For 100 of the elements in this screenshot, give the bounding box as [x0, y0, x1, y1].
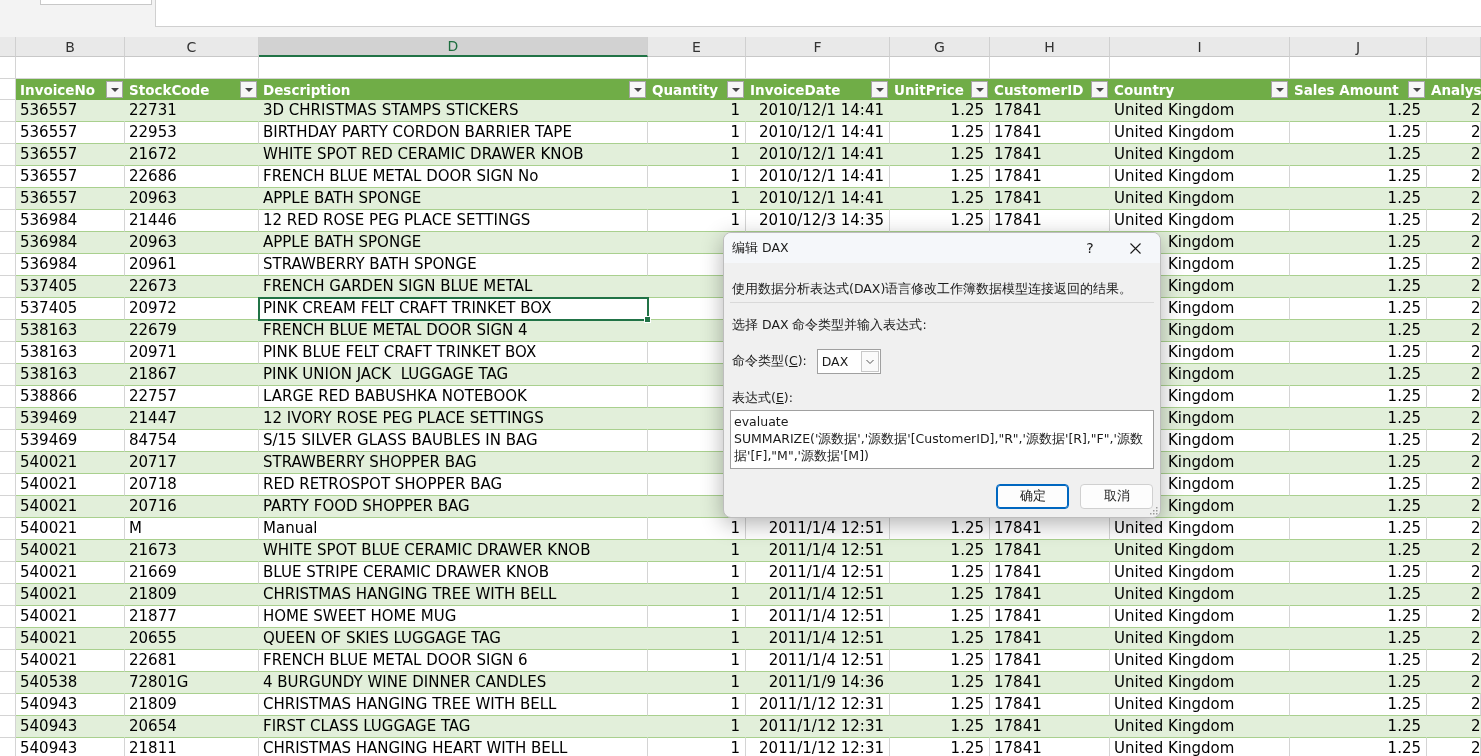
row-header[interactable] — [0, 320, 16, 342]
column-header[interactable]: E — [648, 37, 746, 57]
table-cell: 1.25 — [1290, 386, 1427, 408]
filter-button[interactable] — [971, 81, 988, 98]
table-cell: 21447 — [125, 408, 259, 430]
row-header[interactable] — [0, 57, 16, 79]
row-header[interactable] — [0, 650, 16, 672]
column-header[interactable]: J — [1290, 37, 1427, 57]
command-type-dropdown[interactable]: DAX — [816, 349, 881, 374]
select-all-corner[interactable] — [0, 37, 16, 57]
table-cell: 20654 — [125, 716, 259, 738]
table-cell: 1.25 — [890, 540, 990, 562]
table-cell: 20972 — [125, 298, 259, 320]
row-header[interactable] — [0, 232, 16, 254]
active-cell[interactable]: PINK CREAM FELT CRAFT TRINKET BOX — [259, 298, 648, 320]
row-header[interactable] — [0, 166, 16, 188]
row-header[interactable] — [0, 298, 16, 320]
table-cell: 2 — [1427, 188, 1481, 210]
filter-button[interactable] — [106, 81, 123, 98]
table-cell: 17841 — [990, 166, 1110, 188]
table-cell: 2010/12/1 14:41 — [746, 144, 890, 166]
column-header[interactable]: B — [16, 37, 125, 57]
row-header[interactable] — [0, 496, 16, 518]
table-cell: 20718 — [125, 474, 259, 496]
filter-button[interactable] — [1091, 81, 1108, 98]
fill-handle[interactable] — [644, 316, 651, 323]
expression-field[interactable]: evaluate SUMMARIZE('源数据','源数据'[CustomerID],"R",'源数据'[R],"F",'源数据'[F],"M",'源数据'[M]) — [730, 410, 1154, 469]
row-header[interactable] — [0, 276, 16, 298]
table-cell: 540943 — [16, 716, 125, 738]
table-cell: 1 — [648, 584, 746, 606]
help-button[interactable]: ? — [1070, 233, 1110, 263]
filter-button[interactable] — [1271, 81, 1288, 98]
row-header[interactable] — [0, 562, 16, 584]
table-cell: 2 — [1427, 430, 1481, 452]
column-header[interactable]: D — [259, 37, 648, 57]
table-cell: 1.25 — [1290, 122, 1427, 144]
table-cell: 22681 — [125, 650, 259, 672]
table-cell: 2 — [1427, 474, 1481, 496]
row-header[interactable] — [0, 342, 16, 364]
column-header[interactable]: I — [1110, 37, 1290, 57]
name-box-field[interactable] — [40, 0, 152, 5]
row-header[interactable] — [0, 606, 16, 628]
table-cell: BIRTHDAY PARTY CORDON BARRIER TAPE — [259, 122, 648, 144]
row-header[interactable] — [0, 518, 16, 540]
table-cell: 2010/12/1 14:41 — [746, 188, 890, 210]
filter-button[interactable] — [240, 81, 257, 98]
table-cell: 2 — [1427, 122, 1481, 144]
column-header[interactable]: G — [890, 37, 990, 57]
table-cell: 12 RED ROSE PEG PLACE SETTINGS — [259, 210, 648, 232]
filter-button[interactable] — [727, 81, 744, 98]
table-cell: STRAWBERRY BATH SPONGE — [259, 254, 648, 276]
row-header[interactable] — [0, 79, 16, 100]
row-header[interactable] — [0, 672, 16, 694]
table-cell: 20963 — [125, 232, 259, 254]
table-cell: 2 — [1427, 584, 1481, 606]
row-header[interactable] — [0, 144, 16, 166]
row-header[interactable] — [0, 452, 16, 474]
table-cell: 1.25 — [1290, 166, 1427, 188]
table-cell: 2 — [1427, 364, 1481, 386]
caret-down-icon — [110, 87, 119, 92]
table-cell: RED RETROSPOT SHOPPER BAG — [259, 474, 648, 496]
column-header[interactable] — [1427, 37, 1481, 57]
row-header[interactable] — [0, 210, 16, 232]
row-header[interactable] — [0, 584, 16, 606]
row-header[interactable] — [0, 122, 16, 144]
table-cell: 540538 — [16, 672, 125, 694]
filter-button[interactable] — [871, 81, 888, 98]
filter-button[interactable] — [629, 81, 646, 98]
row-header[interactable] — [0, 254, 16, 276]
row-header[interactable] — [0, 100, 16, 122]
table-cell: Manual — [259, 518, 648, 540]
formula-bar-field[interactable] — [155, 0, 1481, 27]
table-cell: United Kingdom — [1110, 562, 1290, 584]
table-cell: United Kingdom — [1110, 694, 1290, 716]
row-header[interactable] — [0, 364, 16, 386]
column-header[interactable]: H — [990, 37, 1110, 57]
row-header[interactable] — [0, 188, 16, 210]
table-cell: 1.25 — [1290, 320, 1427, 342]
row-header[interactable] — [0, 474, 16, 496]
filter-button[interactable] — [1408, 81, 1425, 98]
table-cell: 20963 — [125, 188, 259, 210]
table-cell: 2 — [1427, 518, 1481, 540]
table-cell: 1.25 — [890, 518, 990, 540]
table-cell: WHITE SPOT BLUE CERAMIC DRAWER KNOB — [259, 540, 648, 562]
column-header[interactable]: F — [746, 37, 890, 57]
row-header[interactable] — [0, 408, 16, 430]
table-cell: 2011/1/9 14:36 — [746, 672, 890, 694]
table-cell: 2010/12/1 14:41 — [746, 100, 890, 122]
table-cell: 1.25 — [890, 650, 990, 672]
row-header[interactable] — [0, 430, 16, 452]
row-header[interactable] — [0, 540, 16, 562]
table-cell: 17841 — [990, 188, 1110, 210]
table-cell: 4 BURGUNDY WINE DINNER CANDLES — [259, 672, 648, 694]
row-header[interactable] — [0, 694, 16, 716]
column-header[interactable]: C — [125, 37, 259, 57]
dialog-button[interactable]: 确定 — [996, 484, 1069, 509]
row-header[interactable] — [0, 386, 16, 408]
row-header[interactable] — [0, 716, 16, 738]
dialog-button[interactable]: 取消 — [1080, 484, 1153, 509]
row-header[interactable] — [0, 628, 16, 650]
